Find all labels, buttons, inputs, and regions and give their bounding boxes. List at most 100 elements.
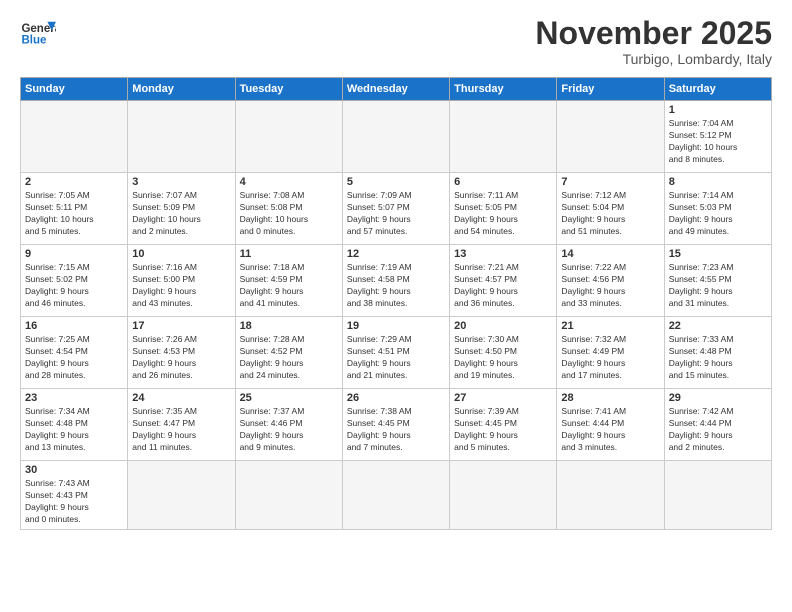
calendar-cell: 11 Sunrise: 7:18 AM Sunset: 4:59 PM Dayli… xyxy=(235,245,342,317)
calendar-table: SundayMondayTuesdayWednesdayThursdayFrid… xyxy=(20,77,772,530)
day-number: 23 xyxy=(25,392,123,404)
weekday-tuesday: Tuesday xyxy=(235,78,342,101)
calendar-cell xyxy=(342,461,449,530)
day-info: Sunrise: 7:28 AM Sunset: 4:52 PM Dayligh… xyxy=(240,334,338,382)
week-row-2: 2Sunrise: 7:05 AM Sunset: 5:11 PM Daylig… xyxy=(21,173,772,245)
day-number: 6 xyxy=(454,176,552,188)
day-info: Sunrise: 7:21 AM Sunset: 4:57 PM Dayligh… xyxy=(454,262,552,310)
calendar-cell: 20Sunrise: 7:30 AM Sunset: 4:50 PM Dayli… xyxy=(450,317,557,389)
day-info: Sunrise: 7:11 AM Sunset: 5:05 PM Dayligh… xyxy=(454,190,552,238)
day-number: 3 xyxy=(132,176,230,188)
logo-icon: General Blue xyxy=(20,16,56,52)
calendar-cell: 18 Sunrise: 7:28 AM Sunset: 4:52 PM Dayli… xyxy=(235,317,342,389)
calendar-cell xyxy=(450,101,557,173)
calendar-cell: 13 Sunrise: 7:21 AM Sunset: 4:57 PM Dayli… xyxy=(450,245,557,317)
day-info: Sunrise: 7:37 AM Sunset: 4:46 PM Dayligh… xyxy=(240,406,338,454)
weekday-header-row: SundayMondayTuesdayWednesdayThursdayFrid… xyxy=(21,78,772,101)
day-info: Sunrise: 7:25 AM Sunset: 4:54 PM Dayligh… xyxy=(25,334,123,382)
svg-text:Blue: Blue xyxy=(21,34,47,46)
calendar-cell: 28Sunrise: 7:41 AM Sunset: 4:44 PM Dayli… xyxy=(557,389,664,461)
day-number: 20 xyxy=(454,320,552,332)
week-row-5: 23 Sunrise: 7:34 AM Sunset: 4:48 PM Dayli… xyxy=(21,389,772,461)
day-info: Sunrise: 7:15 AM Sunset: 5:02 PM Dayligh… xyxy=(25,262,123,310)
day-number: 18 xyxy=(240,320,338,332)
day-info: Sunrise: 7:32 AM Sunset: 4:49 PM Dayligh… xyxy=(561,334,659,382)
title-block: November 2025 Turbigo, Lombardy, Italy xyxy=(535,16,772,67)
calendar-cell xyxy=(128,461,235,530)
calendar-cell xyxy=(235,461,342,530)
day-info: Sunrise: 7:43 AM Sunset: 4:43 PM Dayligh… xyxy=(25,478,123,526)
calendar-cell: 29Sunrise: 7:42 AM Sunset: 4:44 PM Dayli… xyxy=(664,389,771,461)
calendar-cell xyxy=(128,101,235,173)
calendar-cell: 15 Sunrise: 7:23 AM Sunset: 4:55 PM Dayli… xyxy=(664,245,771,317)
day-info: Sunrise: 7:09 AM Sunset: 5:07 PM Dayligh… xyxy=(347,190,445,238)
calendar-cell: 30 Sunrise: 7:43 AM Sunset: 4:43 PM Dayli… xyxy=(21,461,128,530)
day-info: Sunrise: 7:07 AM Sunset: 5:09 PM Dayligh… xyxy=(132,190,230,238)
weekday-sunday: Sunday xyxy=(21,78,128,101)
day-number: 27 xyxy=(454,392,552,404)
day-info: Sunrise: 7:29 AM Sunset: 4:51 PM Dayligh… xyxy=(347,334,445,382)
day-info: Sunrise: 7:23 AM Sunset: 4:55 PM Dayligh… xyxy=(669,262,767,310)
day-number: 7 xyxy=(561,176,659,188)
calendar-cell: 14 Sunrise: 7:22 AM Sunset: 4:56 PM Dayli… xyxy=(557,245,664,317)
page: General Blue November 2025 Turbigo, Lomb… xyxy=(0,0,792,612)
day-info: Sunrise: 7:08 AM Sunset: 5:08 PM Dayligh… xyxy=(240,190,338,238)
day-info: Sunrise: 7:41 AM Sunset: 4:44 PM Dayligh… xyxy=(561,406,659,454)
day-number: 17 xyxy=(132,320,230,332)
calendar-cell: 6 Sunrise: 7:11 AM Sunset: 5:05 PM Daylig… xyxy=(450,173,557,245)
calendar-cell: 17 Sunrise: 7:26 AM Sunset: 4:53 PM Dayli… xyxy=(128,317,235,389)
calendar-cell: 26Sunrise: 7:38 AM Sunset: 4:45 PM Dayli… xyxy=(342,389,449,461)
day-number: 8 xyxy=(669,176,767,188)
day-number: 30 xyxy=(25,464,123,476)
day-number: 9 xyxy=(25,248,123,260)
weekday-wednesday: Wednesday xyxy=(342,78,449,101)
week-row-1: 1Sunrise: 7:04 AM Sunset: 5:12 PM Daylig… xyxy=(21,101,772,173)
day-number: 2 xyxy=(25,176,123,188)
calendar-cell xyxy=(235,101,342,173)
day-number: 16 xyxy=(25,320,123,332)
day-info: Sunrise: 7:22 AM Sunset: 4:56 PM Dayligh… xyxy=(561,262,659,310)
calendar-cell: 12Sunrise: 7:19 AM Sunset: 4:58 PM Dayli… xyxy=(342,245,449,317)
day-info: Sunrise: 7:18 AM Sunset: 4:59 PM Dayligh… xyxy=(240,262,338,310)
day-number: 24 xyxy=(132,392,230,404)
day-info: Sunrise: 7:35 AM Sunset: 4:47 PM Dayligh… xyxy=(132,406,230,454)
day-info: Sunrise: 7:12 AM Sunset: 5:04 PM Dayligh… xyxy=(561,190,659,238)
day-number: 21 xyxy=(561,320,659,332)
calendar-cell: 9 Sunrise: 7:15 AM Sunset: 5:02 PM Daylig… xyxy=(21,245,128,317)
day-number: 5 xyxy=(347,176,445,188)
calendar-cell: 4 Sunrise: 7:08 AM Sunset: 5:08 PM Daylig… xyxy=(235,173,342,245)
calendar-cell: 10Sunrise: 7:16 AM Sunset: 5:00 PM Dayli… xyxy=(128,245,235,317)
day-number: 19 xyxy=(347,320,445,332)
calendar-cell: 5 Sunrise: 7:09 AM Sunset: 5:07 PM Daylig… xyxy=(342,173,449,245)
day-info: Sunrise: 7:26 AM Sunset: 4:53 PM Dayligh… xyxy=(132,334,230,382)
day-number: 1 xyxy=(669,104,767,116)
calendar-cell: 27Sunrise: 7:39 AM Sunset: 4:45 PM Dayli… xyxy=(450,389,557,461)
calendar-cell: 2Sunrise: 7:05 AM Sunset: 5:11 PM Daylig… xyxy=(21,173,128,245)
weekday-monday: Monday xyxy=(128,78,235,101)
calendar-cell: 3 Sunrise: 7:07 AM Sunset: 5:09 PM Daylig… xyxy=(128,173,235,245)
weekday-friday: Friday xyxy=(557,78,664,101)
logo: General Blue xyxy=(20,16,56,52)
day-number: 14 xyxy=(561,248,659,260)
calendar-cell: 1Sunrise: 7:04 AM Sunset: 5:12 PM Daylig… xyxy=(664,101,771,173)
month-title: November 2025 xyxy=(535,16,772,51)
weekday-saturday: Saturday xyxy=(664,78,771,101)
day-info: Sunrise: 7:38 AM Sunset: 4:45 PM Dayligh… xyxy=(347,406,445,454)
day-number: 25 xyxy=(240,392,338,404)
day-number: 13 xyxy=(454,248,552,260)
day-info: Sunrise: 7:33 AM Sunset: 4:48 PM Dayligh… xyxy=(669,334,767,382)
day-number: 11 xyxy=(240,248,338,260)
calendar-cell: 19 Sunrise: 7:29 AM Sunset: 4:51 PM Dayli… xyxy=(342,317,449,389)
day-number: 10 xyxy=(132,248,230,260)
week-row-3: 9 Sunrise: 7:15 AM Sunset: 5:02 PM Daylig… xyxy=(21,245,772,317)
calendar-cell xyxy=(342,101,449,173)
day-info: Sunrise: 7:34 AM Sunset: 4:48 PM Dayligh… xyxy=(25,406,123,454)
calendar-cell xyxy=(557,101,664,173)
day-number: 4 xyxy=(240,176,338,188)
day-number: 15 xyxy=(669,248,767,260)
week-row-6: 30 Sunrise: 7:43 AM Sunset: 4:43 PM Dayli… xyxy=(21,461,772,530)
calendar-cell: 7 Sunrise: 7:12 AM Sunset: 5:04 PM Daylig… xyxy=(557,173,664,245)
calendar-cell: 21 Sunrise: 7:32 AM Sunset: 4:49 PM Dayli… xyxy=(557,317,664,389)
calendar-cell xyxy=(21,101,128,173)
location-subtitle: Turbigo, Lombardy, Italy xyxy=(535,51,772,67)
